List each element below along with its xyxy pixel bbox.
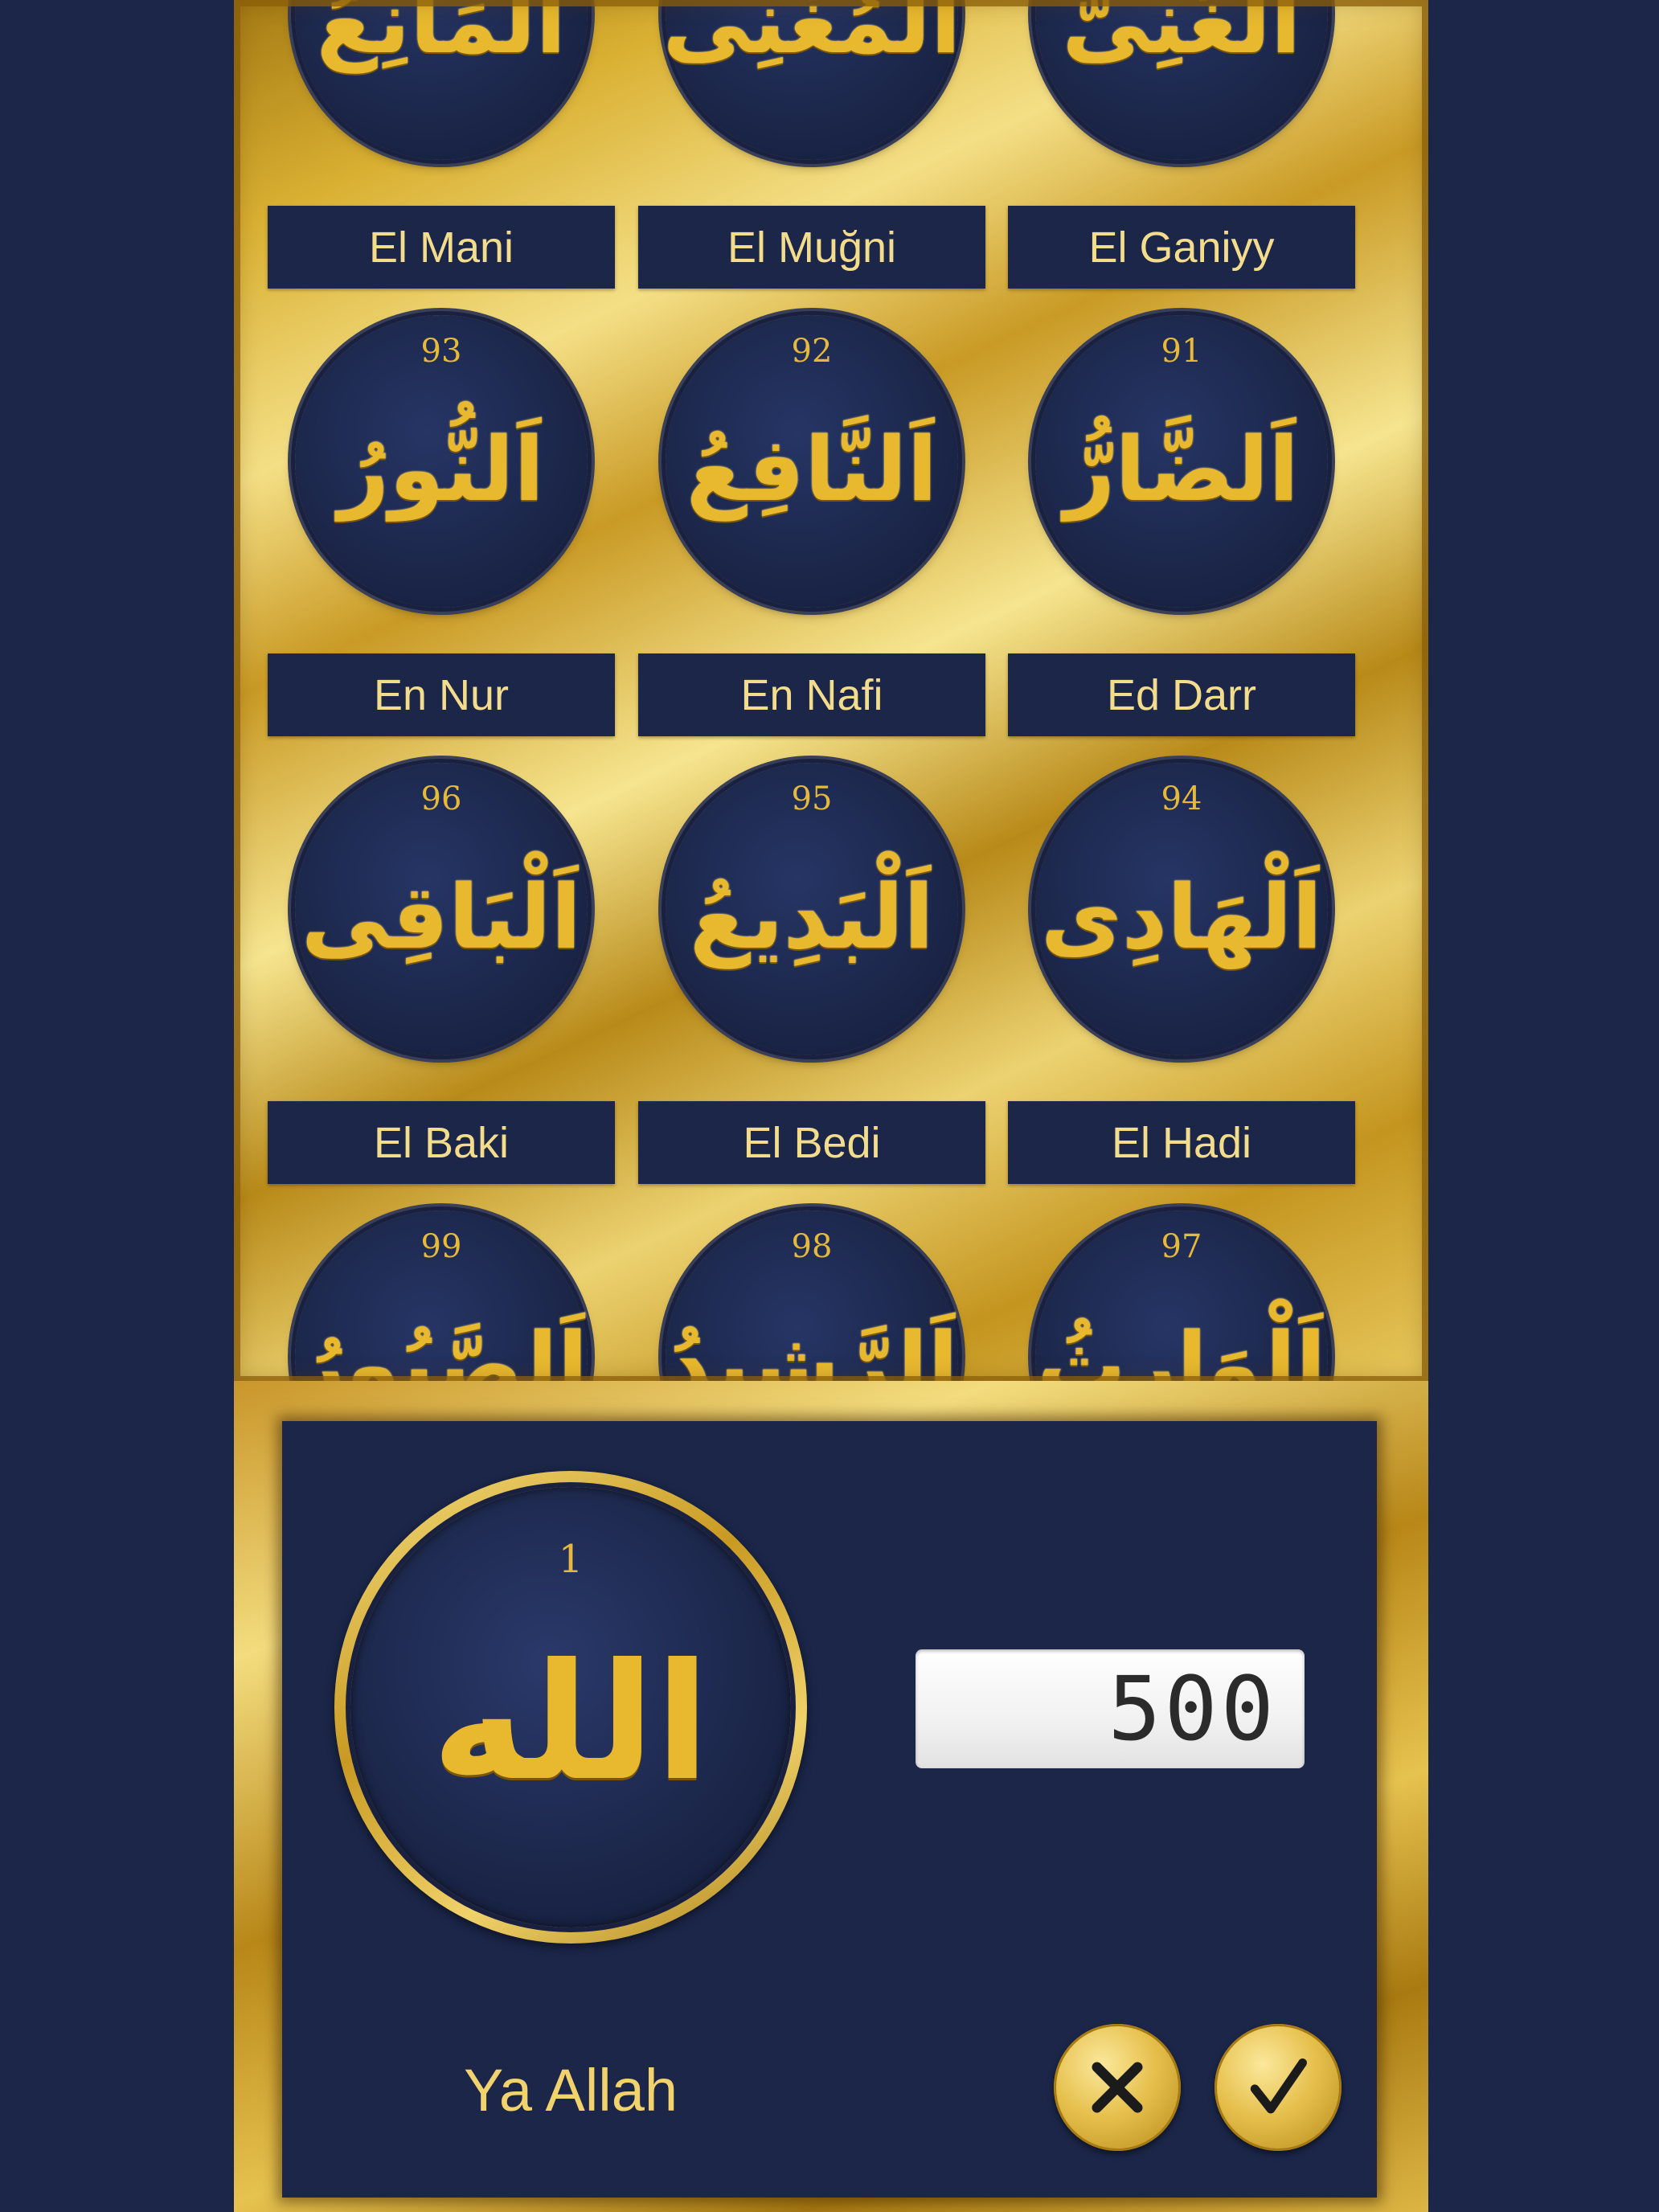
- name-label[interactable]: El Baki: [268, 1101, 615, 1184]
- medallion-core: 1 الله: [350, 1487, 791, 1927]
- name-label[interactable]: En Nafi: [638, 653, 985, 736]
- name-medallion[interactable]: اَلْغَنِىُّ: [1035, 0, 1328, 160]
- name-number: 93: [420, 333, 462, 370]
- name-number: 96: [420, 780, 462, 817]
- name-medallion[interactable]: 98 اَلرَّشِيدُ: [666, 1210, 958, 1382]
- name-medallion[interactable]: 91 اَلضَّارُّ: [1035, 315, 1328, 608]
- name-arabic-calligraphy: اَلرَّشِيدُ: [665, 1313, 959, 1382]
- name-label[interactable]: El Mani: [268, 206, 615, 289]
- name-medallion[interactable]: اَلْمَانِعُ: [295, 0, 588, 160]
- name-number: 99: [420, 1228, 462, 1265]
- name-arabic-calligraphy: اَلنُّورُ: [338, 418, 545, 521]
- counter-dialog: 1 الله Ya Allah 500: [234, 1381, 1428, 2212]
- name-number: 97: [1161, 1228, 1202, 1265]
- name-arabic-calligraphy: اَلصَّبُورُ: [294, 1313, 588, 1382]
- name-arabic-calligraphy: اَلنَّافِعُ: [686, 418, 938, 521]
- name-number: 91: [1161, 333, 1202, 370]
- name-number: 95: [791, 780, 833, 817]
- name-arabic-calligraphy: اَلْوَارِثُ: [1037, 1313, 1326, 1382]
- name-arabic-calligraphy: اَلْغَنِىُّ: [1062, 0, 1301, 73]
- name-arabic-calligraphy: اَلْبَدِيعُ: [690, 866, 934, 969]
- name-arabic-calligraphy: اَلْمُغْنِى: [662, 0, 961, 73]
- name-label[interactable]: El Bedi: [638, 1101, 985, 1184]
- selected-name-arabic: الله: [431, 1629, 711, 1817]
- name-medallion[interactable]: 99 اَلصَّبُورُ: [295, 1210, 588, 1382]
- name-number: 92: [791, 333, 833, 370]
- name-medallion[interactable]: 93 اَلنُّورُ: [295, 315, 588, 608]
- name-label[interactable]: En Nur: [268, 653, 615, 736]
- name-label[interactable]: Ed Darr: [1008, 653, 1355, 736]
- count-input[interactable]: 500: [916, 1649, 1305, 1768]
- name-medallion[interactable]: 97 اَلْوَارِثُ: [1035, 1210, 1328, 1382]
- selected-name-label: Ya Allah: [463, 2057, 678, 2124]
- name-number: 98: [791, 1228, 833, 1265]
- selected-name-number: 1: [558, 1537, 584, 1582]
- name-medallion[interactable]: 92 اَلنَّافِعُ: [666, 315, 958, 608]
- confirm-button[interactable]: [1215, 2024, 1342, 2151]
- name-arabic-calligraphy: اَلْهَادِى: [1040, 866, 1323, 969]
- selected-name-medallion: 1 الله: [334, 1471, 807, 1944]
- name-medallion[interactable]: اَلْمُغْنِى: [662, 0, 961, 160]
- name-medallion[interactable]: 96 اَلْبَاقِى: [295, 763, 588, 1055]
- name-medallion[interactable]: 94 اَلْهَادِى: [1035, 763, 1328, 1055]
- name-arabic-calligraphy: اَلْمَانِعُ: [316, 0, 567, 73]
- cancel-button[interactable]: [1054, 2024, 1181, 2151]
- name-label[interactable]: El Hadi: [1008, 1101, 1355, 1184]
- name-label[interactable]: El Muğni: [638, 206, 985, 289]
- name-label[interactable]: El Ganiyy: [1008, 206, 1355, 289]
- check-icon: [1250, 2058, 1307, 2114]
- app-screen: اَلْمَانِعُ El Mani اَلْمُغْنِى El Muğni اَل…: [0, 0, 1659, 2212]
- close-icon: [1092, 2062, 1143, 2113]
- dialog-body: 1 الله Ya Allah 500: [282, 1421, 1377, 2198]
- name-arabic-calligraphy: اَلْبَاقِى: [301, 866, 582, 969]
- names-scroll-panel[interactable]: اَلْمَانِعُ El Mani اَلْمُغْنِى El Muğni اَل…: [234, 0, 1428, 1382]
- name-number: 94: [1161, 780, 1202, 817]
- name-arabic-calligraphy: اَلضَّارُّ: [1063, 418, 1300, 521]
- name-medallion[interactable]: 95 اَلْبَدِيعُ: [666, 763, 958, 1055]
